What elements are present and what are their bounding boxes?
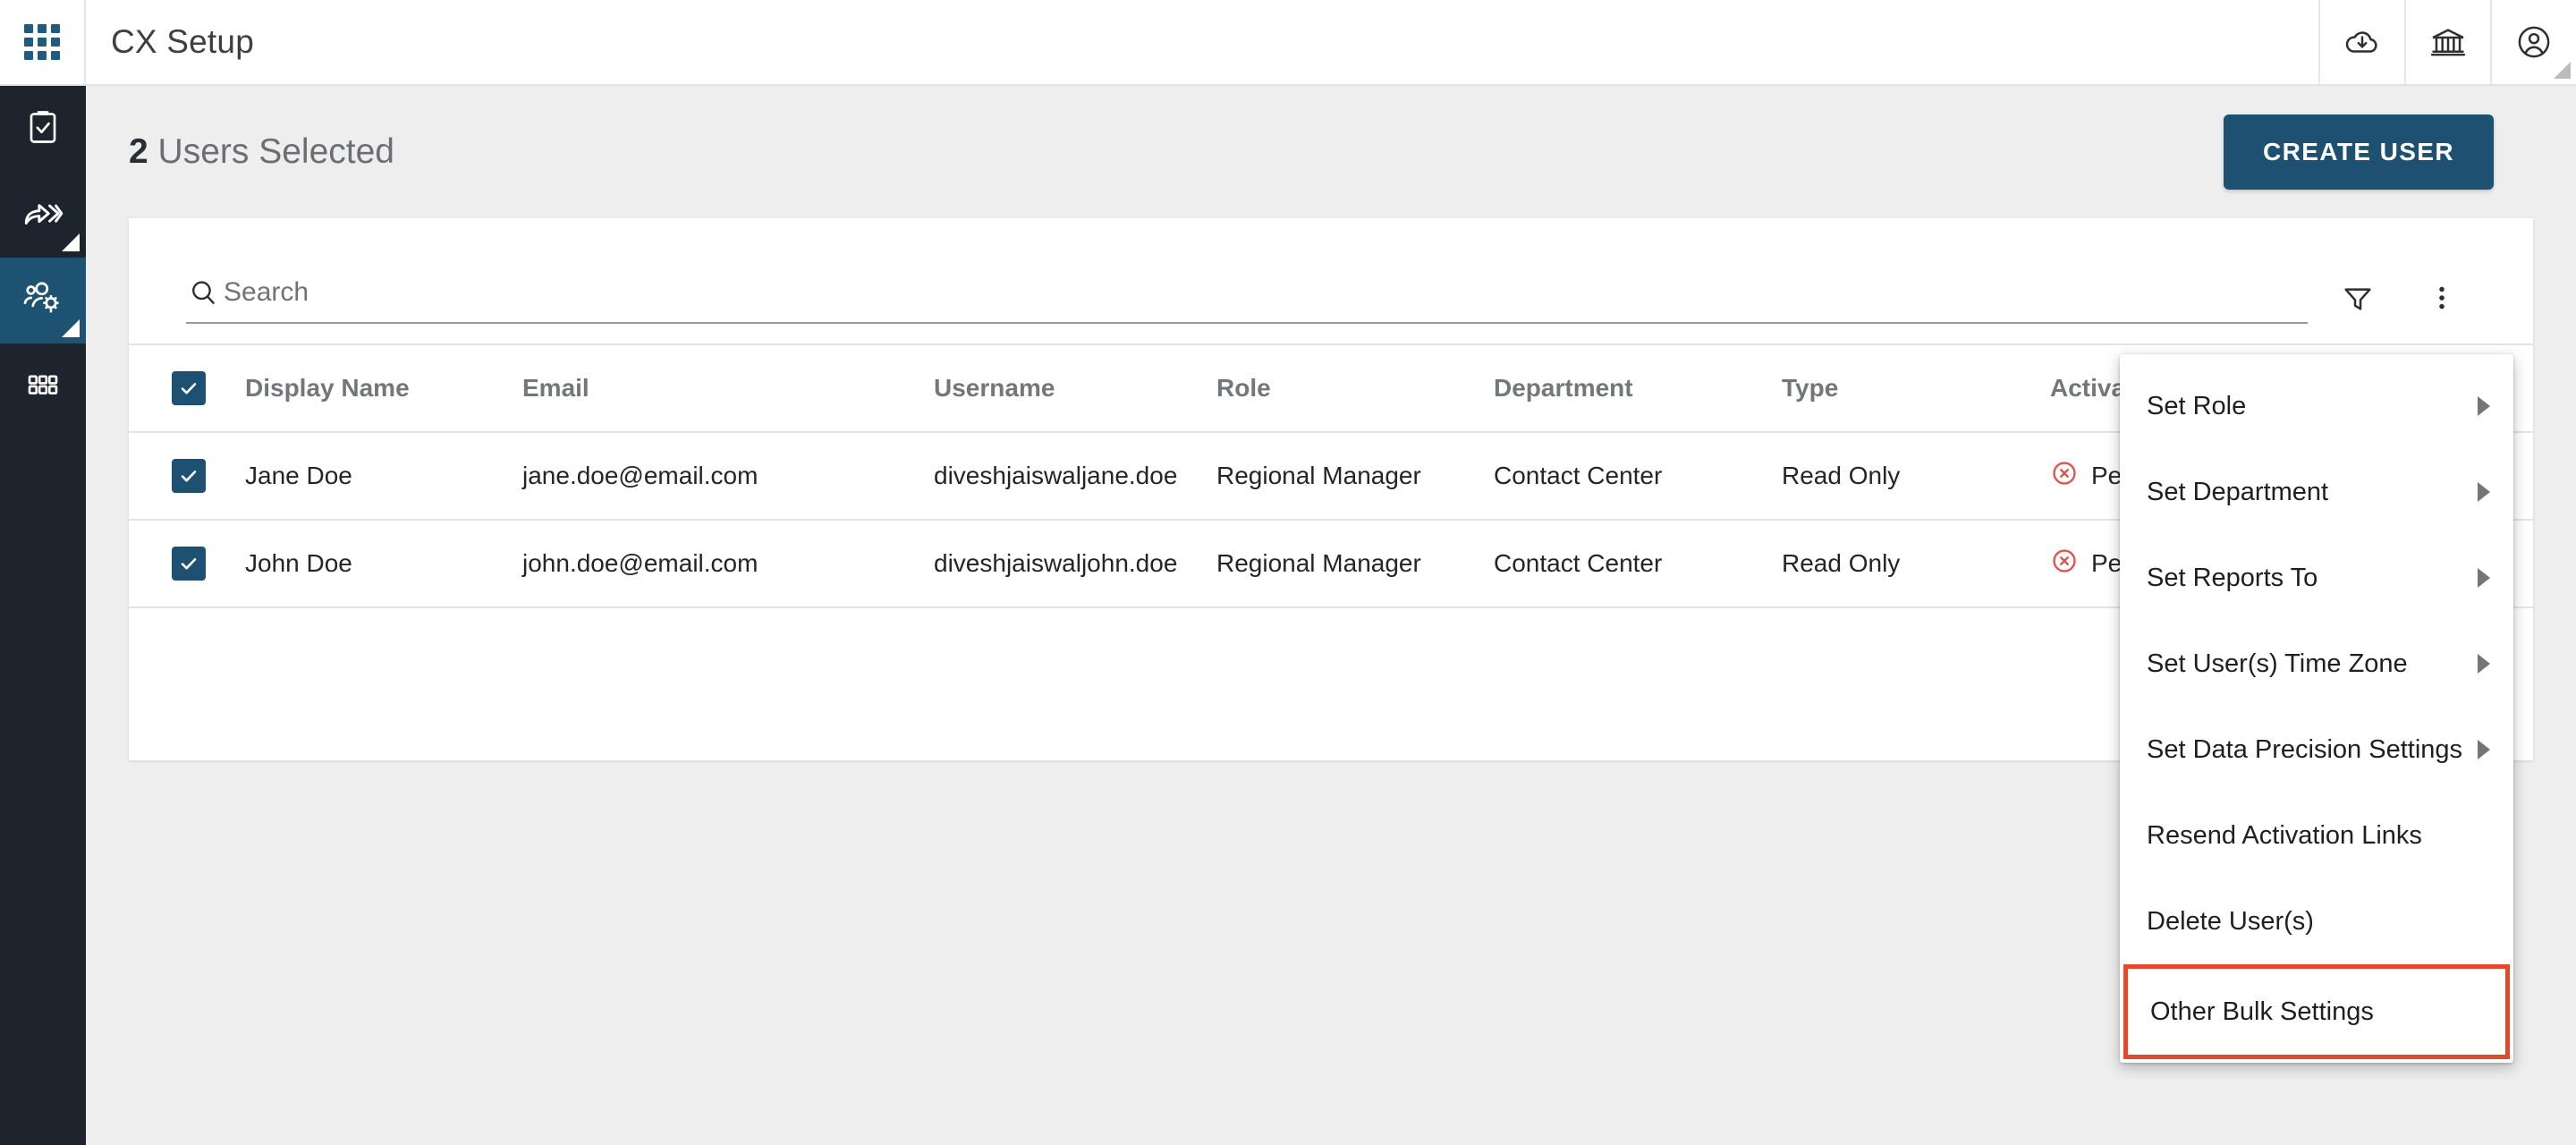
- menu-item-set-time-zone[interactable]: Set User(s) Time Zone: [2120, 621, 2513, 707]
- search-field-wrapper[interactable]: [186, 276, 2308, 324]
- search-icon: [186, 276, 220, 310]
- cell-department: Contact Center: [1494, 462, 1663, 489]
- cell-type: Read Only: [1782, 549, 1901, 577]
- search-row: [129, 218, 2533, 344]
- top-bar: CX Setup: [0, 0, 2576, 86]
- cell-username: diveshjaiswaljohn.doe: [934, 549, 1178, 577]
- menu-item-label: Other Bulk Settings: [2150, 997, 2374, 1026]
- chevron-right-icon: [2478, 654, 2490, 674]
- filter-funnel-icon: [2340, 280, 2376, 320]
- circle-x-icon: [2050, 547, 2079, 581]
- cell-email: john.doe@email.com: [522, 549, 758, 577]
- expand-corner-indicator: [2554, 62, 2571, 79]
- cell-department: Contact Center: [1494, 549, 1663, 577]
- menu-item-label: Set Department: [2147, 477, 2329, 506]
- cell-email: jane.doe@email.com: [522, 462, 758, 489]
- app-title: CX Setup: [111, 23, 254, 60]
- user-account-button[interactable]: [2490, 0, 2576, 84]
- clipboard-check-icon: [22, 106, 64, 152]
- menu-item-label: Set Data Precision Settings: [2147, 734, 2463, 764]
- sidebar-item-tasks[interactable]: [0, 86, 86, 172]
- sidebar-item-users[interactable]: [0, 258, 86, 344]
- cell-display-name: John Doe: [245, 549, 352, 577]
- page-header: 2 Users Selected CREATE USER: [86, 86, 2576, 218]
- apps-grid-button[interactable]: [0, 0, 86, 84]
- users-settings-icon: [21, 276, 65, 326]
- bank-institution-icon: [2428, 21, 2469, 63]
- more-vertical-icon: [2426, 282, 2458, 318]
- cell-display-name: Jane Doe: [245, 462, 352, 489]
- grid-squares-icon: [22, 364, 64, 410]
- chevron-right-icon: [2478, 396, 2490, 416]
- app-root: CX Setup 2 Users Selected CREATE USER Se…: [0, 0, 2576, 1145]
- column-header-display-name[interactable]: Display Name: [245, 344, 522, 432]
- cell-role: Regional Manager: [1216, 462, 1421, 489]
- filter-button[interactable]: [2324, 266, 2392, 334]
- bulk-actions-menu: Set Role Set Department Set Reports To S…: [2120, 354, 2513, 1063]
- menu-item-other-bulk-settings[interactable]: Other Bulk Settings: [2123, 964, 2510, 1059]
- cell-username: diveshjaiswaljane.doe: [934, 462, 1178, 489]
- expand-corner-indicator: [62, 319, 80, 337]
- menu-item-set-reports-to[interactable]: Set Reports To: [2120, 535, 2513, 621]
- sidebar-item-dashboard[interactable]: [0, 344, 86, 429]
- selected-label: Users Selected: [157, 132, 394, 171]
- column-header-type[interactable]: Type: [1782, 344, 2050, 432]
- menu-item-set-role[interactable]: Set Role: [2120, 363, 2513, 449]
- column-header-department[interactable]: Department: [1494, 344, 1782, 432]
- menu-item-delete-users[interactable]: Delete User(s): [2120, 878, 2513, 964]
- institution-button[interactable]: [2404, 0, 2490, 84]
- menu-item-label: Set User(s) Time Zone: [2147, 649, 2408, 678]
- select-all-checkbox[interactable]: [172, 371, 206, 405]
- sidebar-item-routing[interactable]: [0, 172, 86, 258]
- create-user-button[interactable]: CREATE USER: [2223, 114, 2494, 190]
- circle-x-icon: [2050, 459, 2079, 494]
- cell-role: Regional Manager: [1216, 549, 1421, 577]
- selected-count: 2: [129, 132, 148, 171]
- menu-item-label: Resend Activation Links: [2147, 820, 2422, 850]
- expand-corner-indicator: [62, 233, 80, 251]
- apps-grid-icon: [24, 24, 60, 60]
- chevron-right-icon: [2478, 740, 2490, 759]
- menu-item-label: Set Reports To: [2147, 563, 2318, 592]
- row-select-cell: [129, 432, 245, 520]
- menu-item-label: Delete User(s): [2147, 906, 2314, 936]
- menu-item-set-department[interactable]: Set Department: [2120, 449, 2513, 535]
- cloud-download-button[interactable]: [2318, 0, 2404, 84]
- row-select-cell: [129, 520, 245, 607]
- user-account-icon: [2513, 21, 2555, 63]
- row-checkbox[interactable]: [172, 547, 206, 581]
- search-input[interactable]: [224, 277, 2308, 308]
- menu-item-set-data-precision-settings[interactable]: Set Data Precision Settings: [2120, 707, 2513, 793]
- row-checkbox[interactable]: [172, 459, 206, 493]
- menu-item-label: Set Role: [2147, 391, 2247, 420]
- select-all-cell: [129, 344, 245, 432]
- chevron-right-icon: [2478, 568, 2490, 588]
- menu-item-resend-activation-links[interactable]: Resend Activation Links: [2120, 793, 2513, 878]
- column-header-role[interactable]: Role: [1216, 344, 1494, 432]
- left-nav-rail: [0, 86, 86, 1145]
- chevron-right-icon: [2478, 482, 2490, 502]
- bulk-actions-kebab-button[interactable]: [2408, 266, 2476, 334]
- column-header-username[interactable]: Username: [934, 344, 1216, 432]
- page-title: 2 Users Selected: [129, 132, 394, 172]
- column-header-email[interactable]: Email: [522, 344, 934, 432]
- share-forward-icon: [21, 191, 65, 240]
- cell-type: Read Only: [1782, 462, 1901, 489]
- cloud-download-icon: [2342, 21, 2383, 63]
